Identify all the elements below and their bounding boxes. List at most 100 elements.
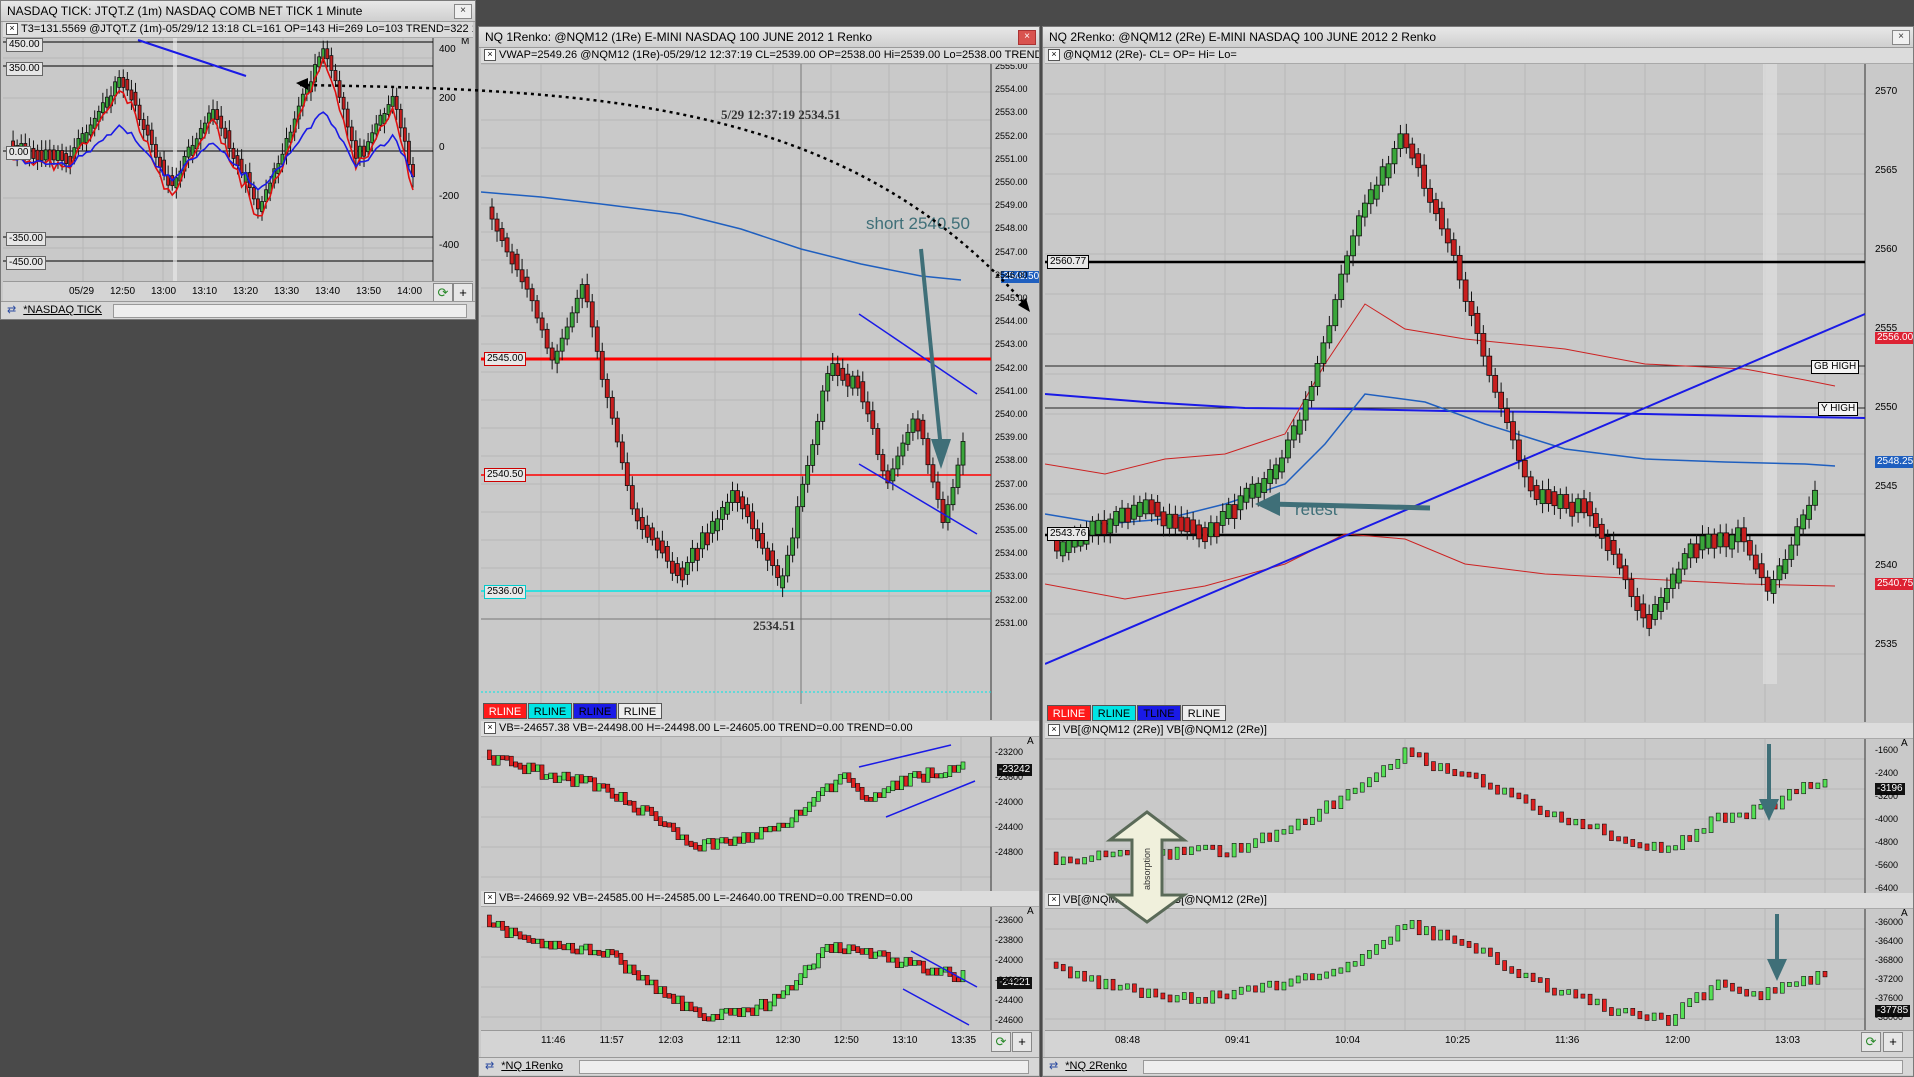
tick-candle [374,123,379,135]
nq2-vb1-bar [1644,843,1650,851]
nq1-vb1-bar [649,806,654,816]
nq1-vb2-bar [851,944,856,951]
nq1-vb2-bar [495,920,501,928]
nq2-vb1-bar [1552,811,1557,818]
nq1-vb2-bar [509,927,514,938]
tick-chart-pane[interactable]: M 450.00 350.00 0.00 -350.00 -450.00 400 200 0 -… [3,38,473,281]
nq1-rline-cyan[interactable]: RLINE [528,703,572,719]
nq1-add-button[interactable]: + [1012,1032,1032,1052]
nq1-rline-blue[interactable]: RLINE [573,703,617,719]
nq1-price-tick: 2535.00 [995,525,1028,535]
nq1-vb1-chart[interactable] [481,737,1039,892]
nq2-candle [1800,514,1807,530]
nq2-candle [1545,489,1552,505]
tick-refresh-button[interactable]: ⟳ [433,283,453,303]
nq1-vb2-bar [693,1006,698,1013]
nq1-vb2-bar [807,964,812,971]
nq2-vb1-bar [1274,829,1280,842]
nq1-close-button[interactable]: × [1018,30,1036,45]
tick-add-button[interactable]: + [453,283,473,303]
nq1-vb2-bar [899,961,904,968]
nq2-vb2-bar [1573,989,1579,999]
nq1-vb2-close-icon[interactable]: × [484,892,496,905]
nq1-vb1-pane[interactable]: -23242 A -23200 -23600 -24000 -24400 -24800 [481,737,1039,892]
tick-candle [56,150,60,161]
nq2-vb1-close-icon[interactable]: × [1048,724,1060,737]
nq2-vb2-chart[interactable] [1045,909,1913,1050]
nq2-vb2-bar [1452,935,1458,944]
nq1-tab-label[interactable]: *NQ 1Renko [501,1060,563,1072]
tick-candle [198,128,203,140]
nq2-vb2-bar [1096,975,1102,990]
nq1-candle [835,363,841,376]
nq1-vb1-bar [592,777,597,792]
nq1-vb1-close-icon[interactable]: × [484,722,496,735]
nq2-candle [1711,533,1718,549]
nq2-vb1-chart[interactable] [1045,739,1913,894]
nq2-candle [1113,511,1120,526]
nq2-scrollbar[interactable] [1143,1060,1903,1074]
nq2-vb2-text: VB[@NQM12 (2Re)] VB[@NQM12 (2Re)] [1063,894,1267,906]
nq2-header-close-icon[interactable]: × [1048,49,1060,62]
nq1-refresh-button[interactable]: ⟳ [991,1032,1011,1052]
nq1-candle [810,444,816,466]
nq2-price-chart[interactable] [1045,64,1913,722]
nq1-upper-channel [858,313,978,395]
nq1-vb2-chart[interactable] [481,907,1039,1050]
nq1-price-tick: 2543.00 [995,339,1028,350]
nq1-candle [755,528,760,542]
nq1-vb2-pane[interactable]: -24221 A -23600 -23800 -24000 -24200 -24400-… [481,907,1039,1050]
tick-close-button[interactable]: × [454,4,472,19]
nq2-add-button[interactable]: + [1883,1032,1903,1052]
nq2-tab-label[interactable]: *NQ 2Renko [1065,1060,1127,1072]
nq1-rline-white[interactable]: RLINE [618,703,662,719]
nq1-price-pane[interactable]: 5/29 12:37:19 2534.51 2534.51 short 2540… [481,64,1039,720]
nq1-vb1-bar [872,792,878,802]
nq2-vb2-bar [1238,986,1244,995]
tick-window-title[interactable]: NASDAQ TICK: JTQT.Z (1m) NASDAQ COMB NET… [1,1,475,22]
nq2-vb2-bar [1502,960,1507,971]
nq1-vb2-bar [715,1014,720,1020]
nq2-rline-white[interactable]: RLINE [1182,705,1226,721]
tick-window[interactable]: NASDAQ TICK: JTQT.Z (1m) NASDAQ COMB NET… [0,0,476,320]
tick-time-label: 13:00 [151,286,177,297]
nq2-vb1-bar [1324,800,1329,814]
nq1-window-title[interactable]: NQ 1Renko: @NQM12 (1Re) E-MINI NASDAQ 10… [479,27,1039,48]
nq2-vb2-close-icon[interactable]: × [1048,894,1060,907]
nq2-candle [1788,544,1795,560]
nq2-candle [1427,187,1433,203]
nq2-rline-red[interactable]: RLINE [1047,705,1091,721]
nq1-window[interactable]: NQ 1Renko: @NQM12 (1Re) E-MINI NASDAQ 10… [478,26,1040,1077]
tick-header-close-icon[interactable]: × [6,23,18,36]
nq2-price-pane[interactable]: 2560.77 2543.76 GB HIGH Y HIGH 2556.00 2… [1045,64,1913,722]
tick-tab-label[interactable]: *NASDAQ TICK [23,304,102,316]
nq1-vb2-bar [894,957,900,968]
nq1-vb1-bar [815,791,821,802]
nq1-rline-red[interactable]: RLINE [483,703,527,719]
nq2-vb1-arrowhead [1759,799,1779,821]
nq2-window[interactable]: NQ 2Renko: @NQM12 (2Re) E-MINI NASDAQ 10… [1042,26,1914,1077]
nq2-vb1-pane[interactable]: -3196 A -1600 -2400 -3200 -4000 -4800 -5600 -6… [1045,739,1913,894]
tick-candle [137,104,142,120]
tick-scrollbar[interactable] [113,304,467,318]
tick-time-label: 13:10 [192,286,218,297]
nq2-close-button[interactable]: × [1892,30,1910,45]
nq2-refresh-button[interactable]: ⟳ [1861,1032,1881,1052]
nq1-vb2-bar [903,957,909,967]
nq2-vb1-tick: -1600 [1875,745,1899,755]
nq2-candle [1154,501,1161,517]
nq2-vb2-bar [1189,992,1194,1004]
nq2-vb1-bar [1060,856,1066,865]
nq2-rline-cyan[interactable]: RLINE [1092,705,1136,721]
nq2-candle [1142,499,1149,515]
nq1-candle [579,284,585,299]
nq1-candle [930,464,936,483]
nq2-tline-blue[interactable]: TLINE [1137,705,1181,721]
nq2-vb2-pane[interactable]: -37785 A -36000 -36400 -36800 -37200 -37600-… [1045,909,1913,1050]
nq2-candle [1575,498,1582,514]
nq1-header-close-icon[interactable]: × [484,49,496,62]
nq2-window-title[interactable]: NQ 2Renko: @NQM12 (2Re) E-MINI NASDAQ 10… [1043,27,1913,48]
tick-chart[interactable] [3,38,473,281]
nq1-scrollbar[interactable] [579,1060,1029,1074]
nq1-price-tick: 2552.00 [995,130,1028,141]
